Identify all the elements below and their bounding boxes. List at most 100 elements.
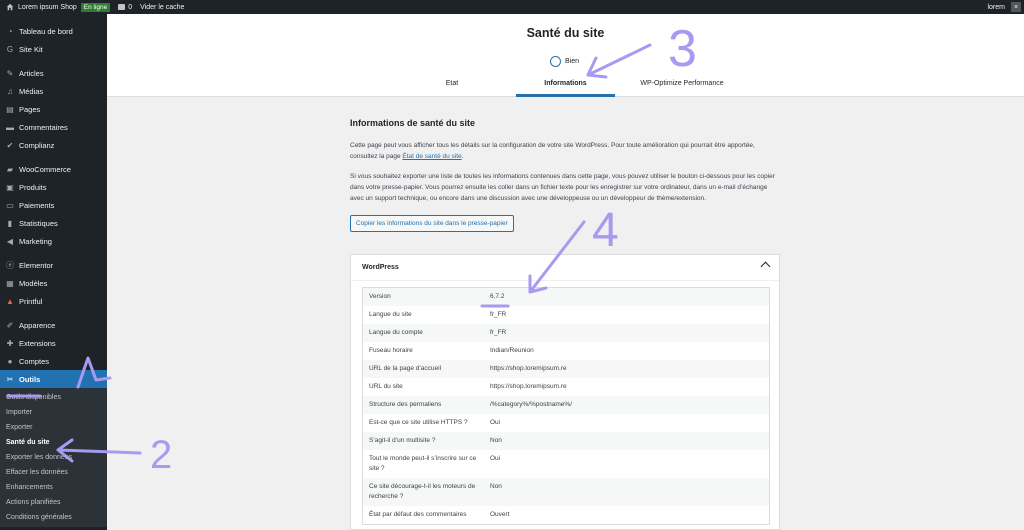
templates-icon: ▦ bbox=[6, 278, 14, 288]
avatar[interactable]: × bbox=[1011, 2, 1021, 12]
submenu-item-available-tools[interactable]: Outils disponibles bbox=[0, 390, 107, 405]
row-key: URL de la page d’accueil bbox=[369, 365, 442, 372]
tab-wp-optimize[interactable]: WP-Optimize Performance bbox=[631, 79, 733, 97]
row-value: /%category%/%postname%/ bbox=[490, 401, 573, 408]
sidebar-item-label: Complianz bbox=[19, 140, 55, 150]
tab-info[interactable]: Informations bbox=[516, 79, 615, 97]
admin-bar: Lorem ipsum Shop En ligne 0 Vider le cac… bbox=[0, 0, 1024, 14]
table-row: Fuseau horaire Indian/Reunion bbox=[363, 342, 769, 360]
table-row: URL du site https://shop.loremipsum.re bbox=[363, 378, 769, 396]
clear-cache-link[interactable]: Vider le cache bbox=[136, 0, 188, 14]
submenu-item-export-data[interactable]: Exporter les données bbox=[0, 450, 107, 465]
wrench-icon: ✂ bbox=[6, 374, 14, 384]
sidebar-item-users[interactable]: ● Comptes bbox=[0, 352, 107, 370]
sidebar-item-label: Commentaires bbox=[19, 122, 68, 132]
submenu-item-import[interactable]: Importer bbox=[0, 405, 107, 420]
status-badge: En ligne bbox=[80, 2, 111, 12]
row-key: Langue du compte bbox=[369, 329, 423, 336]
plugin-icon: ✚ bbox=[6, 338, 14, 348]
sidebar-item-templates[interactable]: ▦ Modèles bbox=[0, 274, 107, 292]
elementor-icon: ⓔ bbox=[6, 260, 14, 270]
section-heading: Informations de santé du site bbox=[350, 118, 476, 128]
table-row: Structure des permaliens /%category%/%pos… bbox=[363, 396, 769, 414]
row-value: Oui bbox=[490, 419, 501, 426]
sidebar-item-label: Paiements bbox=[19, 200, 55, 210]
table-row: État par défaut des commentaires Ouvert bbox=[363, 506, 769, 524]
sidebar-item-tools[interactable]: ✂ Outils bbox=[0, 370, 107, 388]
sidebar-item-sitekit[interactable]: G Site Kit bbox=[0, 40, 107, 58]
sidebar-item-stats[interactable]: ▮ Statistiques bbox=[0, 214, 107, 232]
sidebar-item-elementor[interactable]: ⓔ Elementor bbox=[0, 256, 107, 274]
sidebar-item-label: Outils bbox=[19, 374, 41, 384]
submenu-item-scheduled-actions[interactable]: Actions planifiées bbox=[0, 495, 107, 510]
tabs: Etat Informations WP-Optimize Performanc… bbox=[107, 79, 1024, 97]
sidebar-item-pages[interactable]: ▤ Pages bbox=[0, 100, 107, 118]
row-value: Non bbox=[490, 437, 502, 444]
sidebar-item-dashboard[interactable]: ◔ Tableau de bord bbox=[0, 22, 107, 40]
admin-sidebar: ◔ Tableau de bord G Site Kit ✎ Articles ♫ Mé… bbox=[0, 14, 107, 530]
sidebar-item-printful[interactable]: ▲ Printful bbox=[0, 292, 107, 310]
sidebar-item-products[interactable]: ▣ Produits bbox=[0, 178, 107, 196]
media-icon: ♫ bbox=[7, 86, 13, 96]
intro-text-end: . bbox=[461, 153, 464, 160]
export-paragraph: Si vous souhaitez exporter une liste de … bbox=[350, 173, 775, 202]
product-icon: ▣ bbox=[6, 182, 14, 192]
table-row: Langue du compte fr_FR bbox=[363, 324, 769, 342]
table-row: Tout le monde peut-il s’inscrire sur ce … bbox=[363, 450, 769, 478]
comment-icon: ▬ bbox=[6, 122, 14, 132]
site-health-header: Santé du site Bien Etat Informations WP-… bbox=[107, 14, 1024, 97]
tools-submenu: Outils disponibles Importer Exporter San… bbox=[0, 388, 107, 527]
brush-icon: ✐ bbox=[6, 320, 14, 330]
row-key: Tout le monde peut-il s’inscrire sur ce … bbox=[369, 455, 477, 472]
sidebar-item-articles[interactable]: ✎ Articles bbox=[0, 64, 107, 82]
sidebar-item-marketing[interactable]: ◀ Marketing bbox=[0, 232, 107, 250]
comment-icon bbox=[118, 4, 126, 10]
sitekit-icon: G bbox=[6, 44, 14, 54]
user-icon: ● bbox=[7, 356, 13, 366]
sidebar-item-complianz[interactable]: ✔ Complianz bbox=[0, 136, 107, 154]
sidebar-item-label: Extensions bbox=[19, 338, 56, 348]
sidebar-item-woocommerce[interactable]: ▰ WooCommerce bbox=[0, 160, 107, 178]
sidebar-item-label: Apparence bbox=[19, 320, 56, 330]
row-key: Version bbox=[369, 293, 391, 300]
panel-title: WordPress bbox=[362, 264, 399, 271]
site-health-link[interactable]: État de santé du site bbox=[402, 153, 461, 160]
tab-status[interactable]: Etat bbox=[440, 79, 464, 97]
table-row: Version 6.7.2 bbox=[363, 288, 769, 306]
row-key: État par défaut des commentaires bbox=[369, 511, 467, 518]
submenu-item-erase-data[interactable]: Effacer les données bbox=[0, 465, 107, 480]
submenu-item-site-health[interactable]: Santé du site bbox=[0, 435, 107, 450]
sidebar-item-plugins[interactable]: ✚ Extensions bbox=[0, 334, 107, 352]
comments-link[interactable]: 0 bbox=[114, 0, 136, 14]
megaphone-icon: ◀ bbox=[6, 236, 14, 246]
row-value: https://shop.loremipsum.re bbox=[490, 365, 567, 372]
wordpress-panel-header[interactable]: WordPress bbox=[351, 255, 779, 281]
table-row: Langue du site fr_FR bbox=[363, 306, 769, 324]
sidebar-item-appearance[interactable]: ✐ Apparence bbox=[0, 316, 107, 334]
payment-icon: ▭ bbox=[6, 200, 14, 210]
check-icon: ✔ bbox=[6, 140, 14, 150]
sidebar-item-media[interactable]: ♫ Médias bbox=[0, 82, 107, 100]
sidebar-item-label: Modèles bbox=[19, 278, 48, 288]
pin-icon: ✎ bbox=[6, 68, 14, 78]
sidebar-item-payments[interactable]: ▭ Paiements bbox=[0, 196, 107, 214]
row-key: Ce site décourage-t-il les moteurs de re… bbox=[369, 483, 476, 500]
copy-info-button[interactable]: Copier les informations du site dans le … bbox=[350, 215, 514, 232]
sidebar-item-label: Pages bbox=[19, 104, 41, 114]
site-home-link[interactable]: Lorem ipsum Shop En ligne bbox=[0, 0, 114, 14]
row-key: URL du site bbox=[369, 383, 403, 390]
row-value: fr_FR bbox=[490, 329, 507, 336]
submenu-item-enhancements[interactable]: Enhancements bbox=[0, 480, 107, 495]
submenu-item-terms[interactable]: Conditions générales bbox=[0, 510, 107, 525]
user-name[interactable]: lorem bbox=[987, 4, 1005, 11]
row-value: Indian/Reunion bbox=[490, 347, 534, 354]
sidebar-item-label: Marketing bbox=[19, 236, 52, 246]
health-status: Bien bbox=[550, 56, 579, 67]
submenu-item-export[interactable]: Exporter bbox=[0, 420, 107, 435]
page-icon: ▤ bbox=[6, 104, 14, 114]
row-value: Non bbox=[490, 483, 502, 490]
sidebar-item-comments[interactable]: ▬ Commentaires bbox=[0, 118, 107, 136]
wordpress-info-table: Version 6.7.2 Langue du site fr_FR Langue … bbox=[362, 287, 770, 525]
table-row: URL de la page d’accueil https://shop.lor… bbox=[363, 360, 769, 378]
clear-cache-label: Vider le cache bbox=[140, 3, 185, 11]
